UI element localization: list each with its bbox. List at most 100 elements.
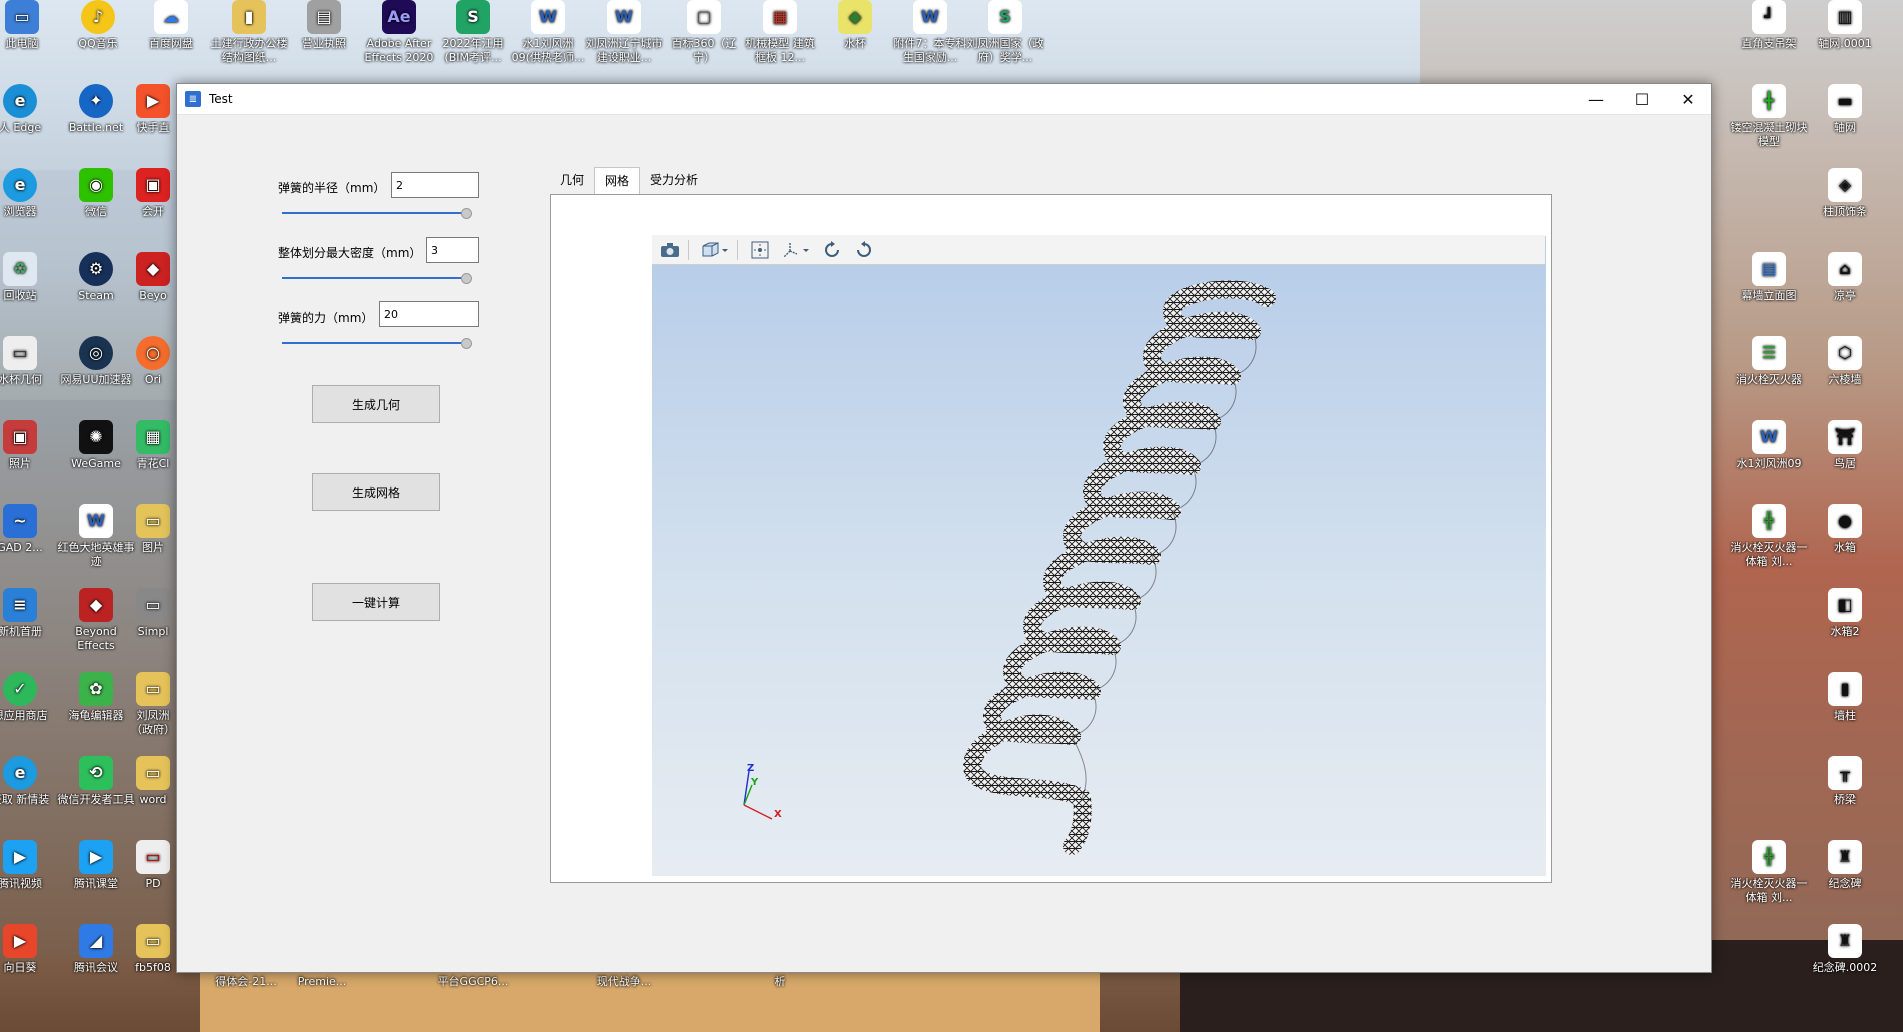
desktop-icon[interactable]: Ae Adobe After Effects 2020 [359, 0, 439, 65]
pdf-icon: ▭ [136, 840, 170, 874]
desktop-icon[interactable]: ◎ 网易UU加速器 [56, 336, 136, 387]
desktop-icon[interactable]: ▣ 会开 [128, 168, 178, 219]
slider-handle[interactable] [461, 273, 472, 284]
desktop-icon[interactable]: ≡ 新机首册 [0, 588, 60, 639]
desktop-icon[interactable]: ▶ 快手直 [128, 84, 178, 135]
rotate-cw-icon[interactable] [818, 238, 846, 262]
radius-input[interactable] [391, 172, 479, 198]
desktop-icon[interactable]: ▭ fb5f08 [128, 924, 178, 975]
desktop-icon[interactable]: ╥ 桥梁 [1805, 756, 1885, 807]
fit-view-icon[interactable] [746, 238, 774, 262]
desktop-icon[interactable]: ◆ Beyond Effects [56, 588, 136, 653]
desktop-icon-label[interactable]: Premie... [282, 975, 362, 989]
desktop-icon[interactable]: e获取 新情装 [0, 756, 60, 807]
close-button[interactable]: ✕ [1665, 84, 1711, 114]
slider-handle[interactable] [461, 208, 472, 219]
desktop-icon[interactable]: ✦ Battle.net [56, 84, 136, 135]
desktop-icon[interactable]: ☁ 百度网盘 [131, 0, 211, 51]
desktop-icon[interactable]: ✿ 海龟编辑器 [56, 672, 136, 723]
desktop-icon[interactable]: W 红色大地英雄事迹 [56, 504, 136, 569]
desktop-icon[interactable]: ▭ 图片 [128, 504, 178, 555]
maximize-button[interactable]: ☐ [1619, 84, 1665, 114]
desktop-icon[interactable]: ✺ WeGame [56, 420, 136, 471]
rotate-ccw-icon[interactable] [850, 238, 878, 262]
desktop-icon-label[interactable]: 现代战争... [584, 975, 664, 989]
desktop-icon[interactable]: W 刘凤洲辽宁城市建设职业... [584, 0, 664, 65]
force-slider[interactable] [282, 338, 472, 349]
desktop-icon[interactable]: S 2022年江用(BIM考评... [433, 0, 513, 65]
desktop-icon[interactable]: ⌂ 凉亭 [1805, 252, 1885, 303]
desktop-icon[interactable]: ▭ word [128, 756, 178, 807]
desktop-icon[interactable]: ╬ 消火栓灭火器一体箱 刘... [1729, 840, 1809, 905]
toolbar-separator [688, 239, 689, 260]
radius-slider[interactable] [282, 208, 472, 219]
desktop-icon[interactable]: S 刘凤洲国家（政府）奖学... [965, 0, 1045, 65]
desktop-icon[interactable]: ▭ Simpl [128, 588, 178, 639]
generate-mesh-button[interactable]: 生成网格 [312, 473, 440, 511]
view-cube-icon[interactable] [697, 238, 733, 262]
desktop-icon[interactable]: ▭ PD [128, 840, 178, 891]
desktop-icon[interactable]: ◢ 腾讯会议 [56, 924, 136, 975]
desktop-icon[interactable]: ⚙ Steam [56, 252, 136, 303]
desktop-icon[interactable]: e 浏览器 [0, 168, 60, 219]
tab-force-analysis[interactable]: 受力分析 [640, 167, 708, 193]
desktop-icon[interactable]: ◆ Beyo [128, 252, 178, 303]
desktop-icon[interactable]: ♜ 纪念碑 [1805, 840, 1885, 891]
desktop-icon[interactable]: ▮ 墙柱 [1805, 672, 1885, 723]
desktop-icon[interactable]: e人 Edge [0, 84, 60, 135]
tab-mesh[interactable]: 网格 [594, 167, 641, 195]
desktop-icon[interactable]: ╬ 消火栓灭火器一体箱 刘... [1729, 504, 1809, 569]
minimize-button[interactable]: — [1573, 84, 1619, 114]
desktop-icon[interactable]: ▮ 土建行政办公楼结构图纸... [209, 0, 289, 65]
generate-geometry-button[interactable]: 生成几何 [312, 385, 440, 423]
desktop-icon[interactable]: ○ Ori [128, 336, 178, 387]
desktop-icon[interactable]: ◈ 柱顶饰条 [1805, 168, 1885, 219]
desktop-icon[interactable]: ▶ 腾讯视频 [0, 840, 60, 891]
camera-icon[interactable] [656, 238, 684, 262]
desktop-icon[interactable]: ▦ 青花Cl [128, 420, 178, 471]
desktop-icon[interactable]: ◆ 水杯 [815, 0, 895, 51]
desktop-icon[interactable]: ▤ 幕墙立面图 [1729, 252, 1809, 303]
desktop-icon[interactable]: ▢ 百标360（辽宁） [664, 0, 744, 65]
desktop-icon[interactable]: ◧ 水箱2 [1805, 588, 1885, 639]
force-input[interactable] [379, 301, 479, 327]
desktop-icon[interactable]: ♻ 回收站 [0, 252, 60, 303]
desktop-icon[interactable]: ▶ 向日葵 [0, 924, 60, 975]
desktop-icon[interactable]: ▥ 轴网.0001 [1805, 0, 1885, 51]
desktop-icon[interactable]: ⬡ 六棱墙 [1805, 336, 1885, 387]
desktop-icon-label[interactable]: 得体会-21... [206, 975, 286, 989]
desktop-icon-label[interactable]: 平台GGCP6... [433, 975, 513, 989]
desktop-icon[interactable]: ☰ 消火栓灭火器 [1729, 336, 1809, 387]
desktop-icon[interactable]: W 水1刘风洲09(供热老师... [508, 0, 588, 65]
desktop-icon[interactable]: ▭ 水杯几何 [0, 336, 60, 387]
density-input[interactable] [426, 237, 479, 263]
desktop-icon[interactable]: ▶ 腾讯课堂 [56, 840, 136, 891]
tab-geometry[interactable]: 几何 [550, 167, 594, 193]
desktop-icon[interactable]: ● 水箱 [1805, 504, 1885, 555]
desktop-icon[interactable]: ▬ 轴网 [1805, 84, 1885, 135]
axes-icon[interactable] [778, 238, 814, 262]
title-bar[interactable]: ≣ Test — ☐ ✕ [177, 84, 1711, 115]
desktop-icon[interactable]: ▭ 此电脑 [0, 0, 62, 51]
desktop-icon[interactable]: W 附件7：本专科生国家励... [890, 0, 970, 65]
desktop-icon[interactable]: ▦ 机械模型 建筑框板 12... [740, 0, 820, 65]
desktop-icon[interactable]: ~ GAD 2... [0, 504, 60, 555]
one-click-compute-button[interactable]: 一键计算 [312, 583, 440, 621]
desktop-icon[interactable]: ▤ 营业执照 [284, 0, 364, 51]
desktop-icon[interactable]: ♪ QQ音乐 [58, 0, 138, 51]
desktop-icon[interactable]: ⛩ 鸟居 [1805, 420, 1885, 471]
desktop-icon[interactable]: ╋ 镂空混凝土砌块模型 [1729, 84, 1809, 149]
desktop-icon[interactable]: ✓想应用商店 [0, 672, 60, 723]
desktop-icon[interactable]: ▣ 照片 [0, 420, 60, 471]
density-slider[interactable] [282, 273, 472, 284]
desktop-icon[interactable]: ▭ 刘凤洲（政府） [128, 672, 178, 737]
origin-icon: ○ [136, 336, 170, 370]
desktop-icon[interactable]: W 水1刘风洲09 [1729, 420, 1809, 471]
desktop-icon[interactable]: ◉ 微信 [56, 168, 136, 219]
desktop-icon-label[interactable]: 析 [740, 975, 820, 989]
slider-handle[interactable] [461, 338, 472, 349]
desktop-icon[interactable]: ┛ 直角支吊架 [1729, 0, 1809, 51]
desktop-icon[interactable]: ♜ 纪念碑.0002 [1805, 924, 1885, 975]
desktop-icon[interactable]: ⟲ 微信开发者工具 [56, 756, 136, 807]
turtle-editor-icon: ✿ [79, 672, 113, 706]
